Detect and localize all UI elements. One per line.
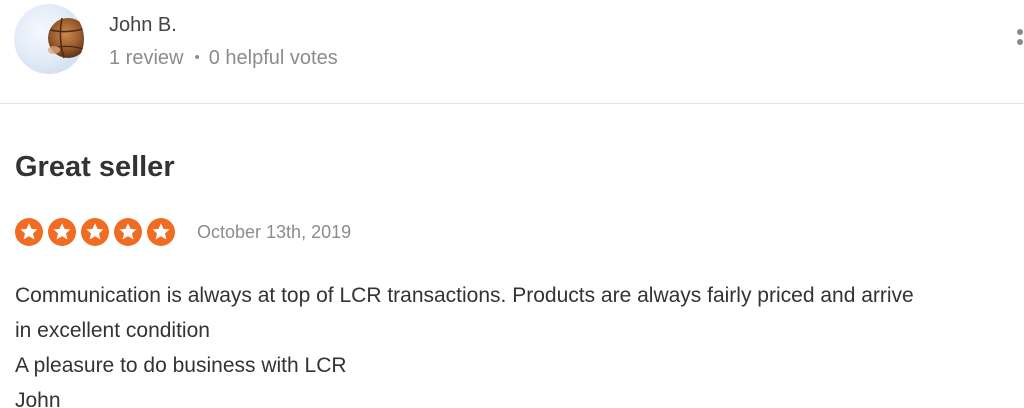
helpful-votes: 0 helpful votes	[208, 47, 338, 69]
star-icon	[81, 218, 109, 246]
star-icon	[147, 218, 175, 246]
review-count: 1 review	[109, 47, 184, 69]
review-date: October 13th, 2019	[197, 222, 352, 242]
review-card: John B. 1 review • 0 helpful votes Great s…	[0, 0, 1024, 408]
star-rating	[15, 218, 175, 246]
avatar[interactable]	[14, 4, 84, 74]
star-icon	[114, 218, 142, 246]
avatar-photo	[14, 4, 84, 74]
review-body-line: in excellent condition	[15, 319, 210, 342]
reviewer-stats: 1 review • 0 helpful votes	[109, 45, 338, 73]
review-body-line: John	[15, 389, 61, 408]
star-icon	[48, 218, 76, 246]
reviewer-header: John B. 1 review • 0 helpful votes	[0, 0, 1024, 104]
review-body-line: A pleasure to do business with LCR	[15, 354, 347, 377]
review-title: Great seller	[15, 151, 175, 183]
reviewer-name[interactable]: John B.	[109, 12, 177, 38]
review-body-line: Communication is always at top of LCR tr…	[15, 284, 914, 307]
star-icon	[15, 218, 43, 246]
stats-separator: •	[194, 49, 200, 66]
more-options-icon[interactable]	[1014, 27, 1024, 53]
menu-dot	[1017, 29, 1023, 35]
review-body: Communication is always at top of LCR tr…	[15, 278, 1024, 408]
menu-dot	[1017, 39, 1023, 45]
